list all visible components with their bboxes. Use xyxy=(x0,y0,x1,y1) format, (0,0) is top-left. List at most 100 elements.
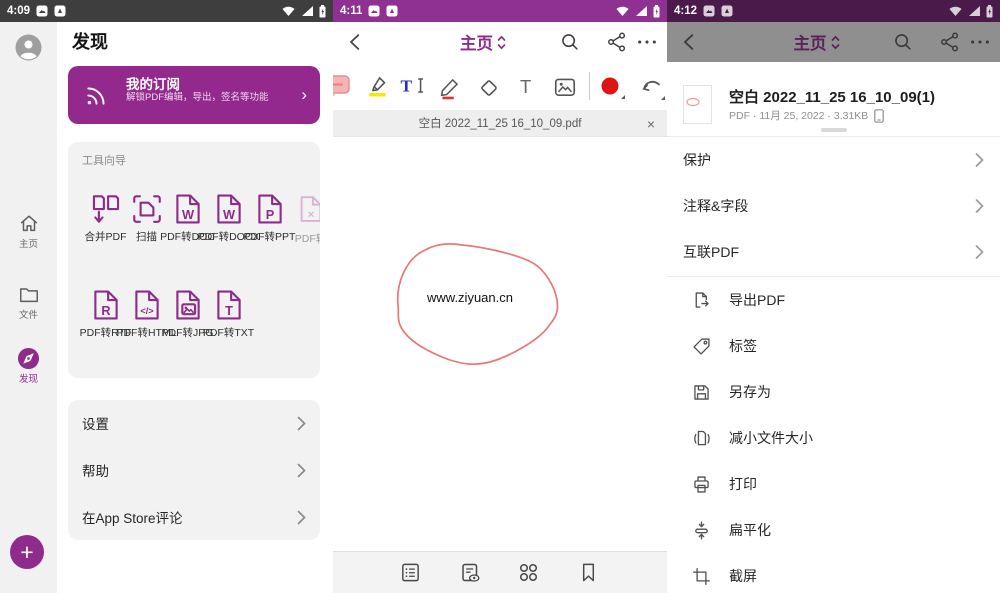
dimmed-header: 主页 xyxy=(667,22,1000,62)
header-title: 主页 xyxy=(794,30,827,54)
action-tags[interactable]: 标签 xyxy=(667,323,1000,369)
pencil-icon[interactable] xyxy=(437,75,463,101)
menu-item-settings[interactable]: 设置 xyxy=(68,400,320,446)
tool-pdf-convert-more[interactable]: × PDF转 xyxy=(290,194,320,246)
chevron-right-icon xyxy=(975,244,984,260)
action-reduce-file-size[interactable]: 减小文件大小 xyxy=(667,415,1000,461)
action-label: 另存为 xyxy=(729,382,771,402)
close-tab-icon[interactable]: × xyxy=(647,110,655,137)
search-icon[interactable] xyxy=(892,31,914,53)
tool-pdf-to-ppt[interactable]: P PDF转PPT xyxy=(249,192,290,244)
tool-label: PDF转 xyxy=(295,231,320,246)
more-options-icon[interactable] xyxy=(636,31,658,53)
highlighter-icon[interactable] xyxy=(365,73,391,99)
eraser-icon[interactable] xyxy=(476,75,502,101)
home-title-button[interactable]: 主页 xyxy=(333,22,633,62)
device-icon xyxy=(874,109,884,123)
image-stamp-icon[interactable] xyxy=(552,74,578,100)
battery-icon xyxy=(986,5,993,18)
page-preview-icon[interactable] xyxy=(458,561,482,585)
tool-label: 扫描 xyxy=(136,229,157,244)
home-title-button[interactable]: 主页 xyxy=(667,22,966,62)
share-icon[interactable] xyxy=(939,31,961,53)
settings-card: 设置 帮助 在App Store评论 xyxy=(68,400,320,540)
pdf-to-doc-icon: W xyxy=(171,192,205,226)
comment-icon[interactable] xyxy=(333,75,350,99)
document-tab[interactable]: 空白 2022_11_25 16_10_09.pdf × xyxy=(333,110,667,137)
menu-item-label: 帮助 xyxy=(82,460,109,480)
merge-pdf-icon xyxy=(89,192,123,226)
pdf-to-jpg-icon xyxy=(171,288,205,322)
sidebar-item-label: 主页 xyxy=(19,239,38,250)
action-save-as[interactable]: 另存为 xyxy=(667,369,1000,415)
add-fab[interactable]: + xyxy=(10,535,44,569)
red-ink-color-icon[interactable] xyxy=(599,75,623,99)
search-icon[interactable] xyxy=(559,31,581,53)
action-flatten[interactable]: 扁平化 xyxy=(667,507,1000,553)
row-protect[interactable]: 保护 xyxy=(667,137,1000,183)
subscription-card[interactable]: 我的订阅 解锁PDF编辑，导出，签名等功能 › xyxy=(68,66,320,124)
scan-icon xyxy=(130,192,164,226)
tool-merge-pdf[interactable]: 合并PDF xyxy=(85,192,126,244)
editor-screen: 4:11 主页 T T xyxy=(333,0,667,593)
tool-label: PDF转PPT xyxy=(244,229,296,244)
chevron-right-icon xyxy=(297,416,306,431)
action-export-pdf[interactable]: 导出PDF xyxy=(667,277,1000,323)
status-bar: 4:09 xyxy=(0,0,333,22)
tool-pdf-to-txt[interactable]: T PDF转TXT xyxy=(208,288,249,340)
subscription-title: 我的订阅 xyxy=(126,73,180,93)
thumbnails-icon[interactable] xyxy=(517,561,540,584)
menu-item-label: 在App Store评论 xyxy=(82,507,183,527)
pdf-to-docx-icon: W xyxy=(212,192,246,226)
row-label: 注释&字段 xyxy=(683,196,748,216)
row-connected-pdf[interactable]: 互联PDF xyxy=(667,229,1000,275)
flatten-icon xyxy=(691,520,712,541)
pdf-canvas[interactable]: www.ziyuan.cn xyxy=(333,137,667,551)
outline-icon[interactable] xyxy=(399,561,422,584)
row-comment-fields[interactable]: 注释&字段 xyxy=(667,183,1000,229)
avatar[interactable] xyxy=(15,34,42,66)
sidebar-item-label: 发现 xyxy=(19,374,38,385)
screenshot-notification-icon xyxy=(36,5,48,17)
compass-icon xyxy=(17,347,40,370)
battery-icon xyxy=(319,5,326,18)
action-label: 导出PDF xyxy=(729,290,785,310)
document-thumbnail xyxy=(683,85,712,124)
doc-letter: × xyxy=(307,209,314,221)
print-icon xyxy=(691,474,712,495)
text-insert-icon[interactable]: T xyxy=(400,73,426,99)
app-notification-icon xyxy=(721,5,733,17)
sidebar-item-home[interactable]: 主页 xyxy=(0,213,57,250)
bookmark-icon[interactable] xyxy=(577,561,600,584)
tools-card-label: 工具向导 xyxy=(82,152,126,168)
sidebar-item-files[interactable]: 文件 xyxy=(0,284,57,321)
chevron-right-icon xyxy=(975,198,984,214)
menu-item-help[interactable]: 帮助 xyxy=(68,447,320,493)
clock: 4:11 xyxy=(340,5,362,17)
editor-bottom-bar xyxy=(333,551,667,593)
spinner-icon xyxy=(831,35,840,50)
save-as-icon xyxy=(691,382,712,403)
action-screenshot[interactable]: 截屏 xyxy=(667,553,1000,593)
chevron-right-icon: › xyxy=(301,85,307,105)
action-print[interactable]: 打印 xyxy=(667,461,1000,507)
header-title: 主页 xyxy=(460,30,493,54)
action-label: 打印 xyxy=(729,474,757,494)
cellular-icon xyxy=(635,6,647,16)
row-label: 保护 xyxy=(683,150,711,170)
canvas-text: www.ziyuan.cn xyxy=(426,290,513,305)
export-pdf-icon xyxy=(691,290,712,311)
pdf-to-rtf-icon: R xyxy=(89,288,123,322)
chevron-right-icon xyxy=(975,152,984,168)
pdf-to-html-icon: </> xyxy=(130,288,164,322)
more-options-icon[interactable] xyxy=(969,31,991,53)
share-icon[interactable] xyxy=(606,31,628,53)
wifi-icon xyxy=(949,6,962,16)
screenshot-crop-icon xyxy=(691,566,712,587)
page-title: 发现 xyxy=(72,28,108,54)
sidebar-item-discover[interactable]: 发现 xyxy=(0,347,57,385)
typewriter-icon[interactable]: T xyxy=(514,73,540,99)
chevron-right-icon xyxy=(297,463,306,478)
sheet-drag-handle[interactable] xyxy=(821,128,847,132)
menu-item-review[interactable]: 在App Store评论 xyxy=(68,494,320,540)
